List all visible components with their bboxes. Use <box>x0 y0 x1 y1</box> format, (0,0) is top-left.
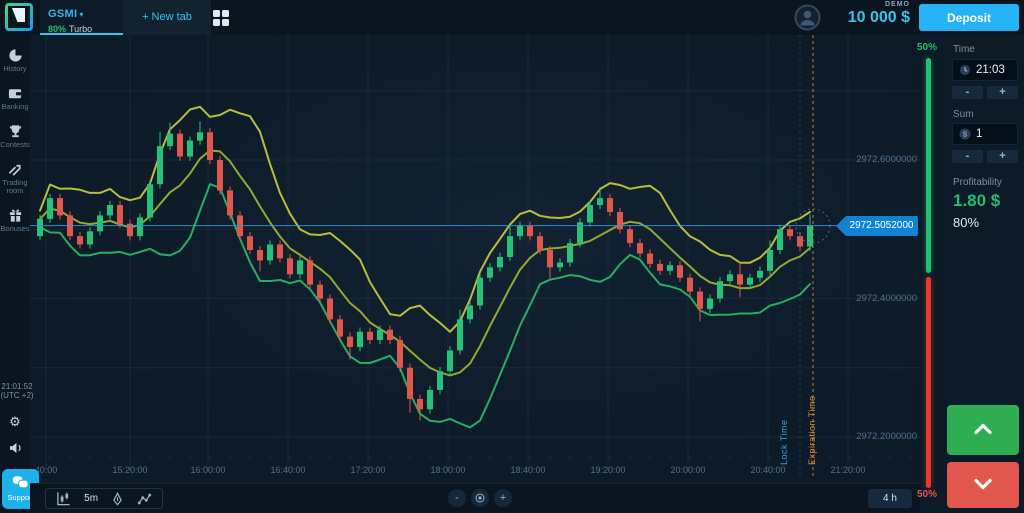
chart-toolbar: 5m - + 4 h <box>30 483 920 513</box>
sidebar: History Banking Contests Trading room <box>0 35 30 513</box>
profitability-label: Profitability <box>953 177 1002 188</box>
profit-amount: 1.80 $ <box>953 191 1000 211</box>
zoom-out-button[interactable]: - <box>448 489 466 507</box>
sidebar-item-contests[interactable]: Contests <box>0 124 30 149</box>
time-plus-button[interactable]: + <box>987 86 1018 99</box>
chart-type-button[interactable] <box>56 491 71 506</box>
time-axis-label: 19:20:00 <box>590 465 625 475</box>
trophy-icon <box>8 124 23 139</box>
time-axis-label: 17:20:00 <box>350 465 385 475</box>
trade-panel: Time 21:03 - + Sum $ 1 - + Profitability… <box>945 35 1024 513</box>
candlestick-chart <box>30 35 920 483</box>
time-axis-label: 20:00:00 <box>670 465 705 475</box>
chevron-down-icon: ▾ <box>79 10 83 19</box>
chat-icon <box>12 475 29 489</box>
range-button[interactable]: 4 h <box>868 489 912 508</box>
sound-icon[interactable] <box>0 442 30 457</box>
layout-grid-icon[interactable] <box>213 10 229 26</box>
time-axis-label: 16:40:00 <box>270 465 305 475</box>
coin-icon: $ <box>959 128 971 140</box>
sum-minus-button[interactable]: - <box>952 150 983 163</box>
sentiment-down-percent: 50% <box>917 489 947 500</box>
put-down-button[interactable] <box>947 462 1019 508</box>
time-minus-button[interactable]: - <box>952 86 983 99</box>
trading-platform: 40:0015:20:0016:00:0016:40:0017:20:0018:… <box>0 0 1024 513</box>
app-logo[interactable] <box>5 3 33 31</box>
profit-percent: 80% <box>953 215 979 230</box>
zoom-in-button[interactable]: + <box>494 489 512 507</box>
time-axis-label: 16:00:00 <box>190 465 225 475</box>
sum-plus-button[interactable]: + <box>987 150 1018 163</box>
top-bar: GSMI▾ 80%Turbo + New tab DEMO 10 000 $ D… <box>0 0 1024 35</box>
time-axis-label: 18:00:00 <box>430 465 465 475</box>
price-axis-label: 2972.4000000 <box>856 293 917 304</box>
pen-icon <box>111 492 124 506</box>
chevron-up-icon <box>970 422 996 436</box>
time-axis-label: 20:40:00 <box>750 465 785 475</box>
call-up-button[interactable] <box>947 405 1019 455</box>
platform-clock: 21:01:52(UTC +2) <box>0 382 34 400</box>
time-axis-label: 18:40:00 <box>510 465 545 475</box>
indicators-button[interactable] <box>137 492 152 506</box>
sum-label: Sum <box>953 109 974 120</box>
time-axis-label: 15:20:00 <box>112 465 147 475</box>
asset-name: GSMI <box>48 8 77 20</box>
gift-icon <box>8 208 23 223</box>
time-axis-label: 21:20:00 <box>830 465 865 475</box>
drawing-tool-button[interactable] <box>111 492 124 506</box>
price-axis-label: 2972.6000000 <box>856 154 917 165</box>
time-label: Time <box>953 44 975 55</box>
avatar[interactable] <box>794 4 821 31</box>
new-tab-button[interactable]: + New tab <box>123 0 211 35</box>
asset-payout: 80% <box>48 24 66 34</box>
indicator-zigzag-icon <box>137 492 152 506</box>
sentiment-up-percent: 50% <box>917 42 947 53</box>
sum-input[interactable]: $ 1 <box>952 123 1018 145</box>
sidebar-item-history[interactable]: History <box>0 48 30 73</box>
lock-time-label: Lock Time <box>779 419 789 465</box>
current-price-tag: 2972.5052000 <box>845 216 918 236</box>
sidebar-item-banking[interactable]: Banking <box>0 86 30 111</box>
user-icon <box>794 4 821 31</box>
sidebar-item-trading-room[interactable]: Trading room <box>0 162 30 195</box>
chevron-down-icon <box>970 477 996 491</box>
history-icon <box>8 48 23 63</box>
asset-tab[interactable]: GSMI▾ 80%Turbo <box>40 0 123 35</box>
target-icon <box>475 493 485 503</box>
reset-view-button[interactable] <box>471 489 489 507</box>
trend-arrows-icon <box>7 162 23 177</box>
candlestick-chart-icon <box>56 491 71 506</box>
expiration-time-label: Expiration Time <box>807 395 817 465</box>
timeframe-button[interactable]: 5m <box>84 493 98 504</box>
wallet-icon <box>7 86 23 101</box>
settings-gear-icon[interactable]: ⚙ <box>0 414 30 430</box>
account-balance[interactable]: 10 000 $ <box>820 9 910 27</box>
chart-tools-group: 5m <box>45 488 163 509</box>
asset-mode: Turbo <box>69 24 92 34</box>
sentiment-bar-up <box>926 58 931 273</box>
price-axis-label: 2972.2000000 <box>856 431 917 442</box>
sidebar-item-bonuses[interactable]: Bonuses <box>0 208 30 233</box>
sentiment-bar-down <box>926 277 931 488</box>
chart-area[interactable]: 40:0015:20:0016:00:0016:40:0017:20:0018:… <box>30 35 920 483</box>
time-input[interactable]: 21:03 <box>952 59 1018 81</box>
clock-icon <box>959 64 971 76</box>
demo-badge: DEMO <box>820 1 910 8</box>
deposit-button[interactable]: Deposit <box>919 4 1019 31</box>
